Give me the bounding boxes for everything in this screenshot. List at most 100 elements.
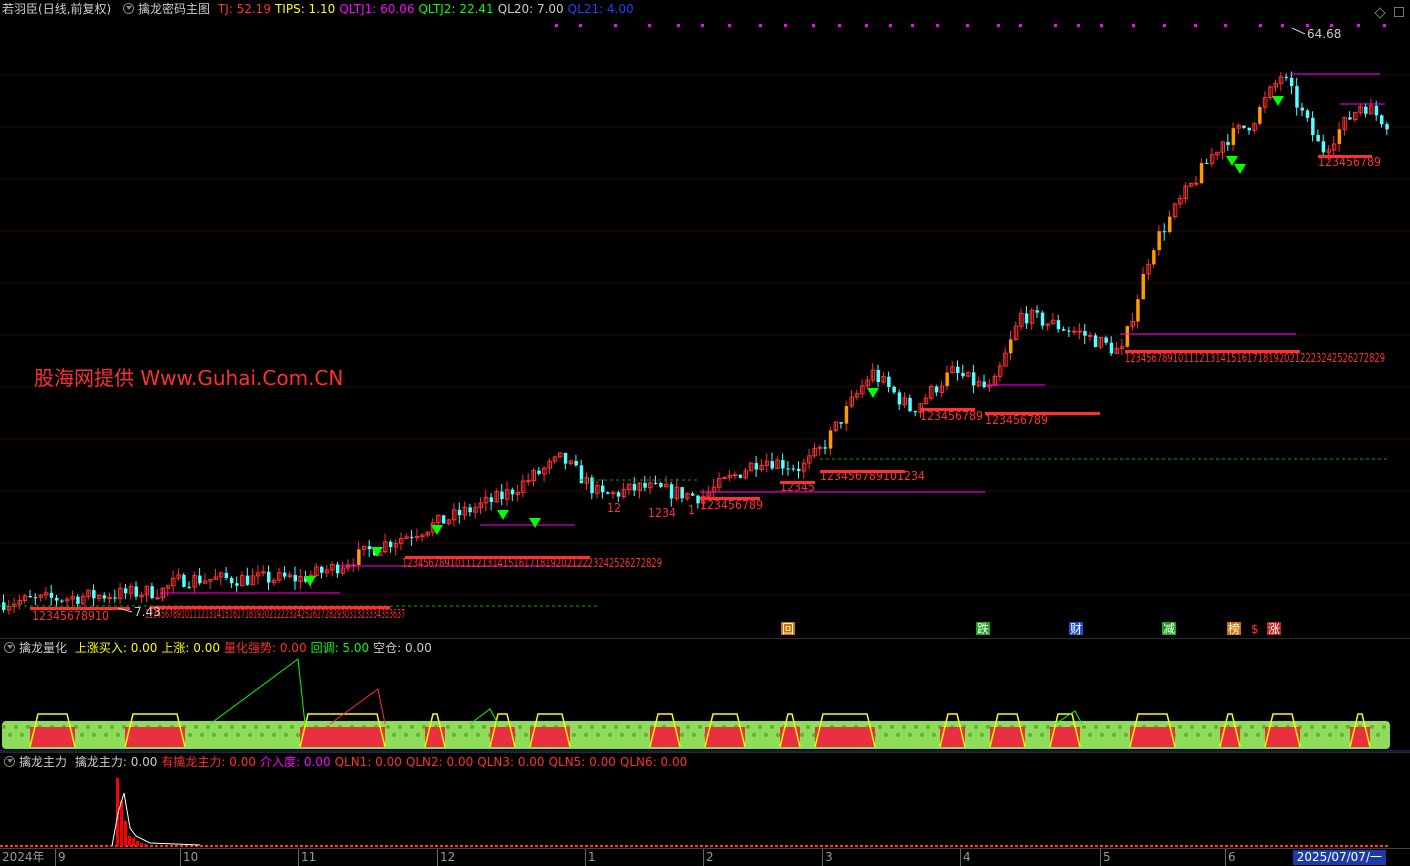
candle-body [1024,313,1029,324]
candle-body [92,590,96,599]
quant-texture [416,733,420,737]
quant-texture [1178,725,1182,729]
quant-texture [686,725,690,729]
dropdown-icon[interactable] [4,642,15,653]
ind2-field: QLN6: 0.00 [619,755,688,769]
watermark-text: 股海网提供 Www.Guhai.Com.CN [34,366,344,390]
candle-body [245,575,250,585]
quant-texture [200,733,204,737]
candle-body [468,507,472,513]
signal-dot [1357,24,1360,27]
candle-body [839,422,843,424]
candle-body [55,597,59,601]
quant-texture [1250,725,1254,729]
dropdown-icon[interactable] [4,756,15,767]
time-axis-label: 12 [437,849,455,866]
quant-texture [1046,725,1050,729]
force-bar [120,801,123,846]
quant-red-zone [815,727,875,747]
candle-body [320,566,324,573]
candle-body [844,406,849,424]
force-bar [140,843,143,846]
time-axis[interactable]: 2024年 9 10 11 12 1 2 3 4 5 6 2025/07/07/一 [0,848,1410,866]
indicator-name[interactable]: 擒龙密码主图 [138,2,210,16]
ind1-field: 上涨: 0.00 [161,641,220,655]
candle-body [500,491,504,500]
ind1-field: 上涨买入: 0.00 [74,641,158,655]
candle-body [1088,334,1093,337]
quant-texture [110,725,114,729]
count-label: 1234567891011121314151617181920212223242… [145,607,405,621]
candle-body [574,461,578,466]
candle-body [961,372,965,377]
restore-icon[interactable] [1374,7,1386,19]
quant-texture [974,725,978,729]
quant-texture [14,725,18,729]
main-field: QL20: 7.00 [497,2,564,16]
quant-texture [278,725,282,729]
candle-body [489,497,494,503]
main-chart-pane[interactable]: 若羽臣(日线,前复权) 擒龙密码主图 TJ: 52.19 TIPS: 1.10 QL… [0,0,1410,638]
candlestick-chart[interactable]: 12345678910 12345678910111213141516171819… [0,0,1410,638]
force-bar [132,838,135,846]
quant-texture [518,725,522,729]
candle-body [563,452,568,464]
quant-texture [968,733,972,737]
signal-dot [677,24,680,27]
quant-texture [458,725,462,729]
quant-texture [590,725,594,729]
signal-dot [812,24,815,27]
quant-texture [194,725,198,729]
quant-texture [476,733,480,737]
time-axis-label: 10 [180,849,198,866]
candle-body [732,474,738,477]
quant-texture [776,733,780,737]
indicator-pane-force[interactable]: 擒龙主力 擒龙主力: 0.00 有擒龙主力: 0.00 介入度: 0.00 QLN1:… [0,752,1410,849]
quant-red-zone [30,727,75,747]
quant-texture [908,733,912,737]
candle-body [616,492,621,497]
candle-body [786,468,790,470]
candle-body [187,586,191,588]
low-price-label: 7.43 [134,605,161,619]
event-marker: 财 [1070,622,1082,636]
indicator-pane-quant[interactable]: 擒龙量化 上涨买入: 0.00 上涨: 0.00 量化强势: 0.00 回调: 5.0… [0,638,1410,753]
quant-texture [632,733,636,737]
quant-red-zone [530,727,570,747]
signal-dot [865,24,868,27]
quant-texture [572,733,576,737]
candle-body [1205,163,1209,165]
candle-body [1168,216,1172,233]
candle-body [1258,107,1262,124]
signal-dot [728,24,731,27]
time-axis-label: 2024年 [2,850,45,864]
stock-name[interactable]: 若羽臣 [2,2,38,16]
candle-body [1300,107,1304,111]
candle-body [1199,163,1204,184]
candle-body [1348,117,1352,120]
maximize-icon[interactable] [1394,7,1404,17]
quant-texture [578,725,582,729]
time-axis-label: 11 [298,849,316,866]
candle-body [1141,273,1145,300]
quant-red-zone [300,727,385,747]
dropdown-icon[interactable] [123,3,135,14]
signal-dot [1194,24,1197,27]
quant-texture [680,733,684,737]
quant-texture [1202,725,1206,729]
candle-body [797,468,801,472]
candle-body [908,397,912,412]
main-field: QLTJ1: 60.06 [339,2,415,16]
ind1-field: 量化强势: 0.00 [224,641,307,655]
force-indicator-name[interactable]: 擒龙主力 [19,755,67,769]
period-label[interactable]: (日线,前复权) [38,2,111,16]
count-label: 123456789101234 [820,469,925,483]
candle-body [876,370,880,383]
candle-body [1247,127,1251,131]
quant-indicator-name[interactable]: 擒龙量化 [19,641,67,655]
quant-texture [746,725,750,729]
signal-dot [1163,24,1166,27]
candle-body [1374,105,1379,116]
quant-signal-line [329,688,386,725]
force-bar [124,821,127,846]
